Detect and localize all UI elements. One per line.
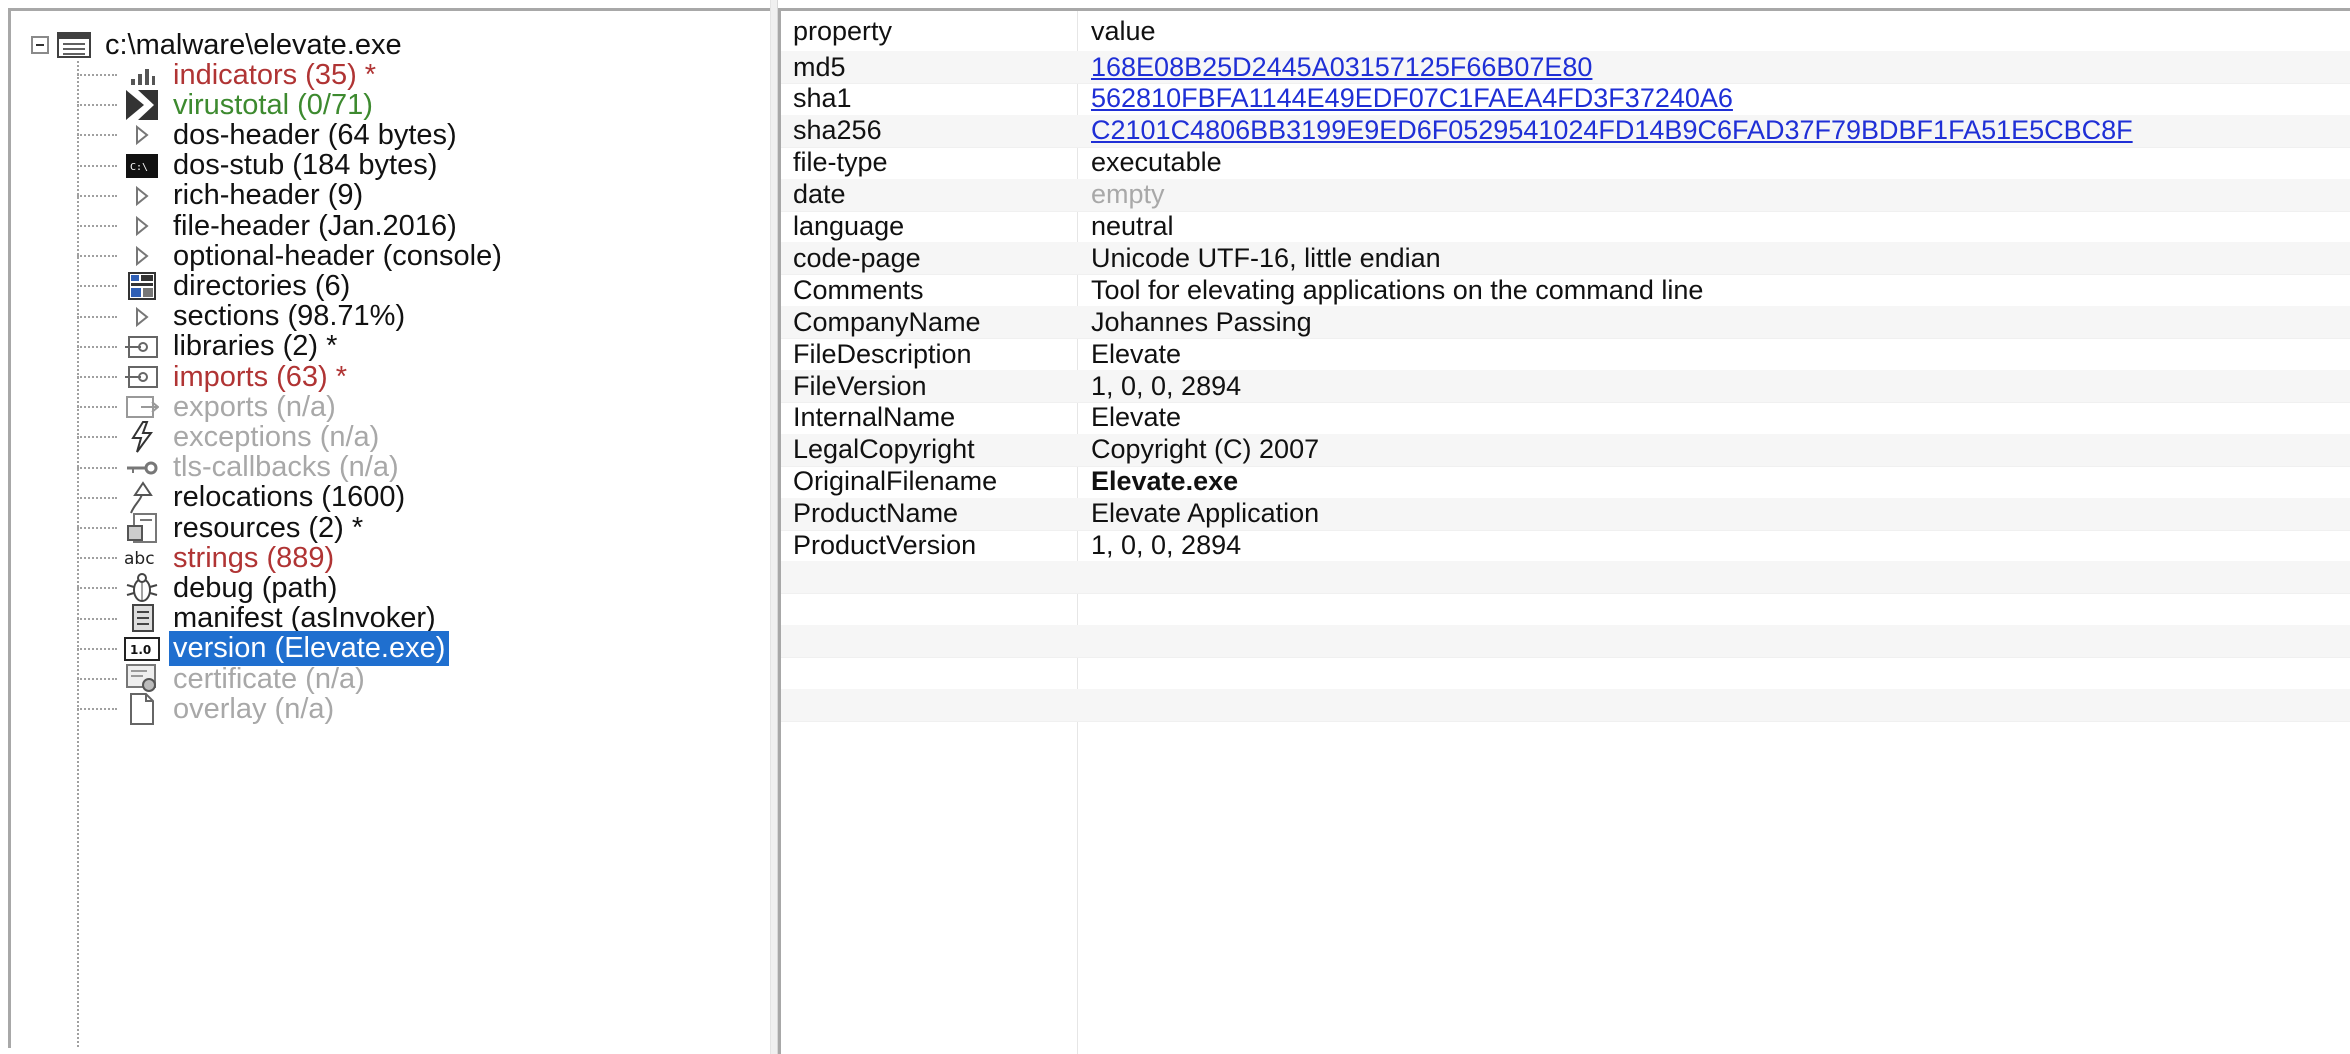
grid-row[interactable]: language neutral xyxy=(781,211,2350,244)
grid-row[interactable]: sha1 562810FBFA1144E49EDF07C1FAEA4FD3F372… xyxy=(781,83,2350,116)
grid-row[interactable]: code-page Unicode UTF-16, little endian xyxy=(781,242,2350,276)
value-cell: empty xyxy=(1091,179,1165,210)
value-cell: 1, 0, 0, 2894 xyxy=(1091,530,1242,560)
empty-grid-row xyxy=(781,593,2350,627)
property-cell: OriginalFilename xyxy=(793,466,998,497)
value-cell: Elevate.exe xyxy=(1091,466,1239,497)
tree-connector xyxy=(77,436,117,439)
tree-connector xyxy=(77,134,117,137)
svg-text:1.0: 1.0 xyxy=(130,643,151,657)
header-value[interactable]: value xyxy=(1077,16,1156,47)
pestudio-window: c:\malware\elevate.exe indicators (35) *… xyxy=(0,0,2350,1054)
tree-connector xyxy=(77,345,117,348)
grid-row[interactable]: Comments Tool for elevating applications … xyxy=(781,274,2350,308)
value-cell: executable xyxy=(1091,147,1222,178)
grid-row[interactable]: ProductName Elevate Application xyxy=(781,497,2350,531)
empty-grid-row xyxy=(781,657,2350,691)
collapse-icon[interactable] xyxy=(31,36,49,54)
tree-connector xyxy=(77,406,117,409)
tree-connector xyxy=(77,104,117,107)
tree-connector xyxy=(77,285,117,288)
property-cell: FileVersion xyxy=(793,370,927,401)
property-cell: CompanyName xyxy=(793,306,981,337)
tree-connector xyxy=(77,255,117,258)
tree-connector xyxy=(77,647,117,650)
grid-row[interactable]: date empty xyxy=(781,178,2350,212)
property-cell: ProductVersion xyxy=(793,530,977,560)
tree-connector xyxy=(77,617,117,620)
property-cell: ProductName xyxy=(793,498,959,529)
value-cell: neutral xyxy=(1091,211,1174,241)
tree-connector xyxy=(77,557,117,560)
tree-connector xyxy=(77,194,117,197)
tree-connector xyxy=(77,376,117,378)
tree-connector xyxy=(77,74,117,76)
tree-connector xyxy=(77,708,117,711)
property-cell: sha256 xyxy=(793,115,882,146)
grid-header: property value xyxy=(781,15,2350,47)
tree-connector xyxy=(77,527,117,529)
empty-grid-row xyxy=(781,689,2350,722)
grid-row[interactable]: FileVersion 1, 0, 0, 2894 xyxy=(781,370,2350,403)
empty-grid-row xyxy=(781,561,2350,595)
property-cell: Comments xyxy=(793,274,924,305)
value-cell: Elevate Application xyxy=(1091,498,1320,529)
tree-connector xyxy=(77,315,117,318)
header-property[interactable]: property xyxy=(781,16,1077,47)
tree-item-label: overlay (n/a) xyxy=(173,692,335,725)
tree-connector xyxy=(77,164,117,167)
grid-row[interactable]: FileDescription Elevate xyxy=(781,338,2350,372)
hash-link[interactable]: 168E08B25D2445A03157125F66B07E80 xyxy=(1077,52,1592,83)
grid-row[interactable]: md5 168E08B25D2445A03157125F66B07E80 xyxy=(781,51,2350,84)
property-cell: InternalName xyxy=(793,402,956,433)
hash-link[interactable]: 562810FBFA1144E49EDF07C1FAEA4FD3F37240A6 xyxy=(1077,83,1733,114)
svg-text:C:\: C:\ xyxy=(130,162,148,173)
value-cell: Elevate xyxy=(1091,338,1182,369)
property-cell: language xyxy=(793,211,905,241)
property-cell: date xyxy=(793,179,846,210)
tree-connector xyxy=(77,678,117,680)
value-cell: Tool for elevating applications on the c… xyxy=(1091,274,1704,305)
property-cell: sha1 xyxy=(793,83,852,114)
blank-page-icon xyxy=(123,690,161,728)
grid-row[interactable]: LegalCopyright Copyright (C) 2007 xyxy=(781,433,2350,467)
grid-row[interactable]: OriginalFilename Elevate.exe xyxy=(781,466,2350,499)
hash-link[interactable]: C2101C4806BB3199E9ED6F0529541024FD14B9C6… xyxy=(1077,115,2133,146)
tree-connector xyxy=(77,466,117,469)
value-cell: Unicode UTF-16, little endian xyxy=(1091,242,1441,273)
empty-grid-row xyxy=(781,625,2350,659)
grid-row[interactable]: CompanyName Johannes Passing xyxy=(781,306,2350,340)
grid-row[interactable]: sha256 C2101C4806BB3199E9ED6F0529541024FD… xyxy=(781,114,2350,148)
tree-connector xyxy=(77,225,117,227)
property-cell: md5 xyxy=(793,51,846,82)
tree-connector xyxy=(77,496,117,499)
property-cell: file-type xyxy=(793,147,888,178)
grid-row[interactable]: InternalName Elevate xyxy=(781,402,2350,435)
tree-item[interactable]: overlay (n/a) xyxy=(77,686,338,732)
value-cell: Elevate xyxy=(1091,402,1182,433)
tree-view[interactable]: c:\malware\elevate.exe indicators (35) *… xyxy=(8,8,770,1048)
value-cell: 1, 0, 0, 2894 xyxy=(1091,370,1242,401)
grid-row[interactable]: file-type executable xyxy=(781,147,2350,180)
property-grid: property value md5 168E08B25D2445A0315712… xyxy=(778,8,2350,1054)
tree-connector xyxy=(77,587,117,590)
property-cell: code-page xyxy=(793,242,921,273)
value-cell: Johannes Passing xyxy=(1091,306,1312,337)
value-cell: Copyright (C) 2007 xyxy=(1091,434,1320,465)
pane-splitter[interactable] xyxy=(770,0,778,1054)
property-cell: FileDescription xyxy=(793,338,972,369)
property-cell: LegalCopyright xyxy=(793,434,975,465)
grid-row[interactable]: ProductVersion 1, 0, 0, 2894 xyxy=(781,530,2350,563)
